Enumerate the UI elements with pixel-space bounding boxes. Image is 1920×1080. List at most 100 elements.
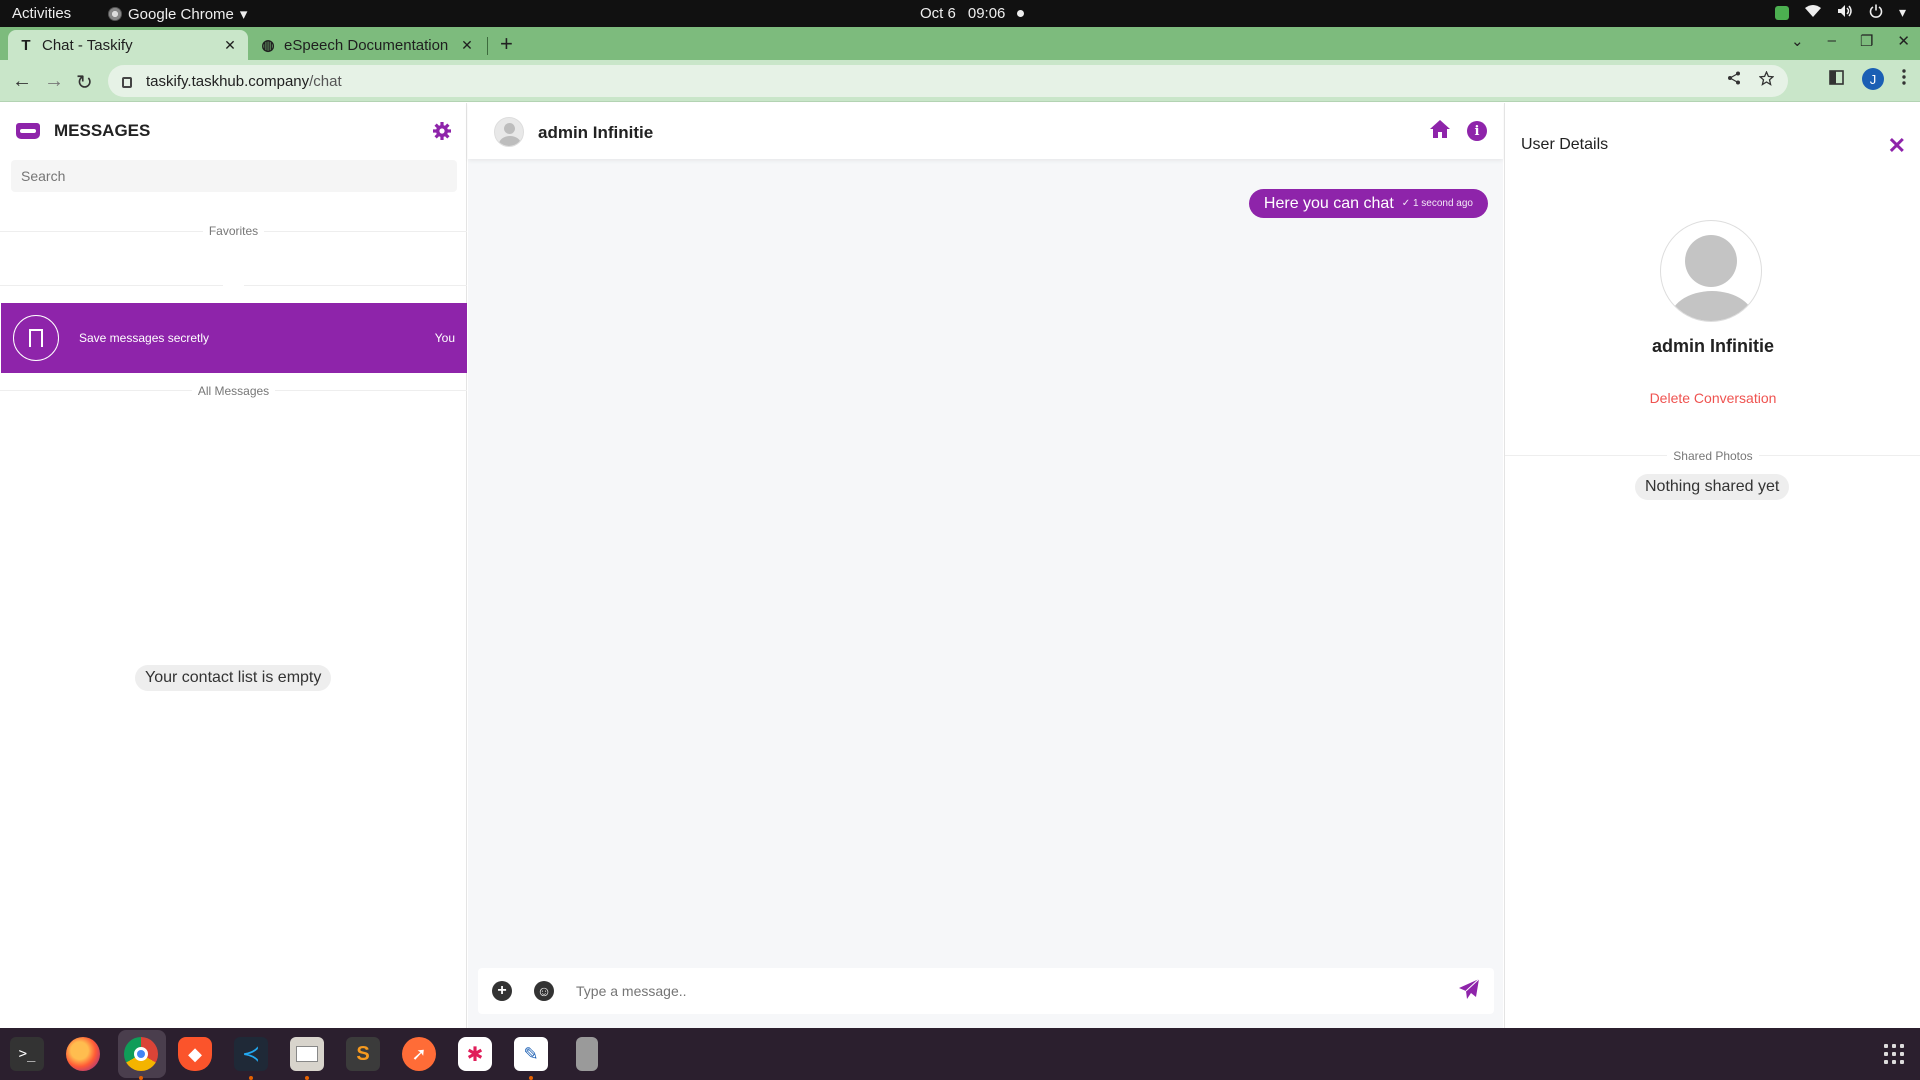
show-apps-grid-icon[interactable]: [1884, 1044, 1904, 1064]
home-icon[interactable]: [1429, 119, 1451, 145]
all-messages-label: All Messages: [0, 384, 467, 398]
text-editor-icon[interactable]: ✎: [514, 1037, 548, 1071]
taskify-chat-app: MESSAGES Favorites Save messages secretl…: [0, 103, 1920, 1028]
volume-icon: [1837, 4, 1853, 21]
window-controls: ⌄ – ❐ ✕: [1791, 32, 1910, 50]
dock: >_ ◆ ≺ S ➚ ✱ ✎: [0, 1028, 1920, 1080]
files-icon[interactable]: [290, 1037, 324, 1071]
toolbar-right: J: [1829, 68, 1906, 90]
running-indicator: [249, 1076, 253, 1080]
messenger-sidebar: MESSAGES Favorites Save messages secretl…: [0, 103, 467, 1028]
message-bubble[interactable]: Here you can chat ✓ 1 second ago: [1248, 189, 1488, 218]
forward-arrow-icon[interactable]: →: [44, 70, 64, 93]
bookmark-icon: [29, 329, 43, 348]
system-tray[interactable]: ▾: [1774, 4, 1906, 21]
tab-strip: T Chat - Taskify ✕ ◍ eSpeech Documentati…: [0, 27, 1920, 60]
tab-espeech-documentation[interactable]: ◍ eSpeech Documentation ✕: [250, 30, 485, 60]
slack-icon[interactable]: ✱: [458, 1037, 492, 1071]
restore-icon[interactable]: ❐: [1860, 32, 1873, 50]
message-text: Here you can chat: [1263, 194, 1394, 212]
tab-title: eSpeech Documentation: [284, 36, 449, 54]
lock-icon[interactable]: [122, 76, 132, 88]
user-details-panel: User Details ✕ admin Infinitie Delete Co…: [1504, 103, 1920, 1028]
usb-drive-icon[interactable]: [576, 1037, 598, 1071]
chat-header: admin Infinitie i: [468, 103, 1503, 159]
address-bar[interactable]: taskify.taskhub.company /chat: [108, 65, 1788, 97]
favorites-bottom-divider: [0, 285, 223, 286]
profile-avatar[interactable]: J: [1862, 68, 1884, 90]
brave-icon[interactable]: ◆: [178, 1037, 212, 1071]
close-icon[interactable]: ✕: [1888, 133, 1906, 159]
terminal-icon[interactable]: >_: [10, 1037, 44, 1071]
messenger-title: MESSAGES: [54, 121, 151, 140]
new-tab-button[interactable]: +: [500, 31, 513, 57]
gear-icon[interactable]: [432, 121, 452, 147]
system-top-bar: Activities Google Chrome ▾ Oct 6 09:06 ▾: [0, 0, 1920, 27]
delete-conversation-link[interactable]: Delete Conversation: [1505, 390, 1920, 406]
tab-title: Chat - Taskify: [42, 36, 133, 54]
update-icon[interactable]: [1774, 5, 1789, 20]
contact-name[interactable]: admin Infinitie: [538, 123, 653, 143]
all-messages-label-text: All Messages: [191, 384, 276, 398]
favorites-bottom-divider: [244, 285, 467, 286]
postman-icon[interactable]: ➚: [402, 1037, 436, 1071]
user-avatar: [1660, 220, 1762, 322]
chat-panel: admin Infinitie i Here you can chat ✓ 1 …: [468, 103, 1503, 1028]
contact-avatar[interactable]: [494, 117, 524, 147]
shared-photos-label: Shared Photos: [1505, 449, 1920, 463]
back-arrow-icon[interactable]: ←: [12, 70, 32, 93]
app-menu-label: Google Chrome: [128, 5, 234, 23]
send-icon[interactable]: [1458, 978, 1480, 1006]
details-title: User Details: [1521, 136, 1609, 153]
chrome-icon: [108, 7, 122, 21]
inbox-icon: [16, 123, 40, 139]
tab-separator: [487, 37, 488, 55]
vscode-icon[interactable]: ≺: [234, 1037, 268, 1071]
tab-close-icon[interactable]: ✕: [222, 37, 238, 54]
tab-close-icon[interactable]: ✕: [459, 37, 475, 54]
omnibox-actions: [1727, 70, 1775, 91]
url-host: taskify.taskhub.company: [146, 72, 310, 90]
emoji-icon[interactable]: ☺: [534, 981, 554, 1001]
info-icon[interactable]: i: [1467, 121, 1487, 141]
clock-time: 09:06: [967, 5, 1006, 22]
minimize-icon[interactable]: –: [1828, 32, 1836, 50]
side-panel-icon[interactable]: [1829, 69, 1844, 90]
saved-messages-item[interactable]: Save messages secretly You: [1, 303, 467, 373]
message-input[interactable]: [576, 978, 1416, 1004]
reload-icon[interactable]: ↻: [76, 70, 93, 95]
running-indicator: [305, 1076, 309, 1080]
saved-avatar: [13, 315, 59, 361]
shared-photos-label-text: Shared Photos: [1667, 449, 1759, 463]
saved-messages-tag: You: [434, 331, 455, 345]
empty-contacts-message: Your contact list is empty: [135, 665, 332, 691]
nothing-shared-message: Nothing shared yet: [1635, 474, 1790, 500]
tab-chat-taskify[interactable]: T Chat - Taskify ✕: [8, 30, 248, 60]
running-indicator: [529, 1076, 533, 1080]
chrome-icon[interactable]: [124, 1037, 158, 1071]
share-icon[interactable]: [1727, 71, 1741, 91]
search-input[interactable]: [11, 160, 457, 192]
read-check-icon: ✓: [1401, 198, 1411, 209]
firefox-icon[interactable]: [66, 1037, 100, 1071]
clock[interactable]: Oct 6 09:06: [920, 5, 1025, 22]
bookmark-star-icon[interactable]: [1758, 70, 1775, 91]
message-composer: + ☺: [478, 968, 1494, 1014]
message-time: 1 second ago: [1412, 198, 1473, 209]
browser-toolbar: ← → ↻ taskify.taskhub.company /chat J: [0, 60, 1920, 102]
tab-search-icon[interactable]: ⌄: [1791, 32, 1804, 50]
clock-date: Oct 6: [920, 5, 956, 22]
sublime-icon[interactable]: S: [346, 1037, 380, 1071]
notification-dot-icon: [1017, 10, 1025, 17]
globe-favicon-icon: ◍: [261, 37, 275, 54]
kebab-menu-icon[interactable]: [1902, 68, 1906, 90]
window-close-icon[interactable]: ✕: [1897, 32, 1910, 50]
messenger-header: MESSAGES: [16, 121, 150, 141]
attach-plus-icon[interactable]: +: [492, 981, 512, 1001]
wifi-icon: [1804, 4, 1821, 21]
tray-chevron-down-icon: ▾: [1898, 4, 1906, 20]
app-menu[interactable]: Google Chrome ▾: [108, 5, 247, 23]
saved-messages-label: Save messages secretly: [79, 331, 210, 345]
activities-button[interactable]: Activities: [12, 5, 71, 22]
favorites-label: Favorites: [0, 224, 467, 238]
